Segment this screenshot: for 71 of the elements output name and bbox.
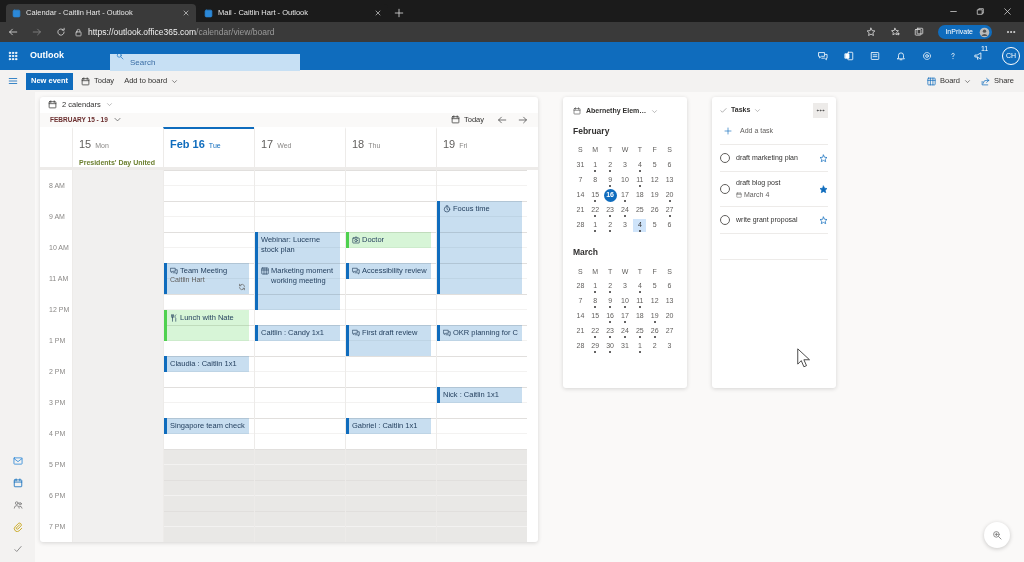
- calendar-icon: [81, 76, 91, 86]
- task-checkbox[interactable]: [720, 215, 730, 225]
- task-checkbox[interactable]: [720, 184, 730, 194]
- calendar-icon: [573, 107, 581, 116]
- people-icon[interactable]: [12, 500, 23, 510]
- new-tab-icon[interactable]: [394, 8, 404, 18]
- day-number: 19: [443, 137, 456, 152]
- day-number: 18: [352, 137, 365, 152]
- starred-icon[interactable]: [819, 184, 828, 194]
- help-icon[interactable]: [948, 51, 958, 61]
- calendar-icon: [48, 100, 57, 110]
- plus-icon: [724, 127, 732, 135]
- profile-avatar-icon[interactable]: [979, 26, 990, 38]
- day-number: 15: [79, 137, 92, 152]
- menu-icon[interactable]: [8, 76, 18, 86]
- calendar-icon: [736, 191, 742, 198]
- timer-icon: [443, 205, 451, 213]
- chat-icon: [443, 329, 451, 337]
- day-number: Feb 16: [170, 137, 205, 152]
- close-icon[interactable]: [374, 9, 382, 17]
- collections-icon[interactable]: [914, 27, 925, 37]
- calendar-icon: [451, 115, 460, 125]
- chat-icon: [352, 329, 360, 337]
- note-icon[interactable]: [870, 51, 880, 61]
- restore-icon[interactable]: [976, 7, 985, 16]
- task-checkbox[interactable]: [720, 153, 730, 163]
- close-icon[interactable]: [1003, 7, 1012, 16]
- previous-week-icon[interactable]: [497, 114, 507, 125]
- close-icon[interactable]: [182, 9, 190, 17]
- zoom-in-icon: [992, 530, 1002, 540]
- outlook-icon: [204, 8, 213, 18]
- more-options-icon[interactable]: [813, 103, 828, 118]
- search-field[interactable]: Search: [110, 53, 300, 71]
- chat-icon[interactable]: [818, 51, 828, 61]
- star-icon[interactable]: [819, 215, 828, 225]
- lock-icon: [74, 27, 83, 37]
- checkmark-icon: [720, 107, 727, 114]
- app-launcher-icon[interactable]: [8, 51, 18, 61]
- address-url[interactable]: https://outlook.office365.com/calendar/view/board: [88, 25, 275, 39]
- zoom-button[interactable]: [984, 522, 1010, 548]
- chat-icon: [352, 267, 360, 275]
- chat-icon: [170, 267, 178, 275]
- settings-icon[interactable]: [922, 51, 932, 61]
- fork-knife-icon: [170, 313, 178, 322]
- document-icon[interactable]: [844, 51, 854, 61]
- camera-icon: [352, 236, 360, 244]
- checkmark-icon[interactable]: [12, 544, 23, 554]
- search-icon: [116, 52, 124, 60]
- month-title: March: [573, 245, 600, 259]
- board-icon: [261, 267, 269, 275]
- app-name[interactable]: Outlook: [30, 49, 110, 63]
- month-title: February: [573, 124, 611, 138]
- megaphone-icon[interactable]: [974, 51, 984, 61]
- star-icon[interactable]: [819, 153, 828, 163]
- forward-icon[interactable]: [32, 27, 42, 37]
- notification-icon[interactable]: [896, 51, 906, 61]
- outlook-icon: [12, 8, 21, 18]
- calendar-icon[interactable]: [12, 478, 23, 488]
- share-icon: [981, 76, 990, 86]
- chevron-down-icon: [964, 77, 971, 85]
- paperclip-icon[interactable]: [12, 522, 23, 532]
- next-week-icon[interactable]: [518, 114, 528, 125]
- favorite-icon[interactable]: [866, 27, 877, 37]
- mail-icon[interactable]: [12, 456, 23, 466]
- back-icon[interactable]: [8, 27, 18, 37]
- day-number: 17: [261, 137, 274, 152]
- board-icon: [926, 76, 936, 86]
- mouse-pointer-icon: [796, 347, 810, 369]
- reload-icon[interactable]: [56, 27, 66, 37]
- favorites-icon[interactable]: [890, 27, 901, 37]
- chevron-down-icon: [171, 77, 179, 85]
